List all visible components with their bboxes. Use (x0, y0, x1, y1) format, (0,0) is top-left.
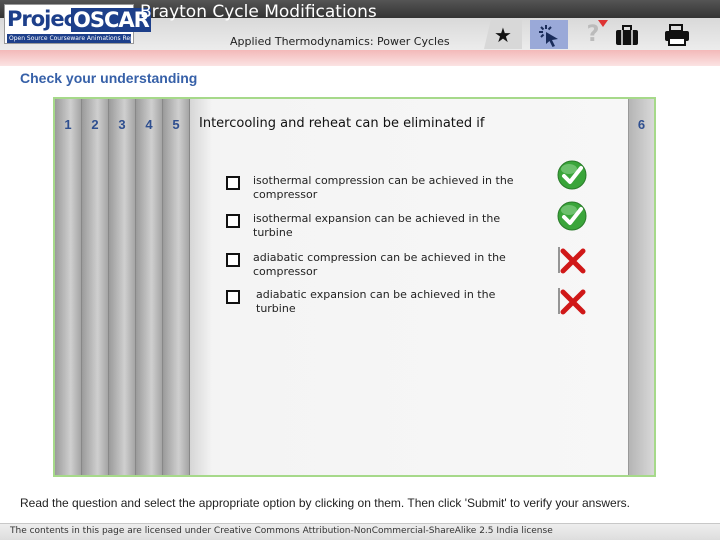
page-title: Brayton Cycle Modifications (140, 2, 377, 22)
license-text[interactable]: The contents in this page are licensed u… (10, 526, 553, 536)
section-title: Check your understanding (20, 70, 198, 86)
option-checkbox[interactable] (226, 253, 240, 267)
correct-check-icon (556, 200, 588, 232)
print-button[interactable] (658, 20, 696, 49)
briefcase-button[interactable] (608, 20, 646, 49)
tab-label: 2 (91, 117, 99, 132)
toolbar: ★ ? (476, 18, 720, 50)
help-button[interactable]: ? (574, 20, 612, 49)
question-tab-2[interactable]: 2 (82, 99, 109, 475)
print-icon (665, 23, 689, 46)
option-checkbox[interactable] (226, 290, 240, 304)
option-label[interactable]: isothermal expansion can be achieved in … (253, 212, 523, 240)
question-tab-1[interactable]: 1 (55, 99, 82, 475)
header-divider-band (0, 50, 720, 66)
header-bar: Project OSCAR Open Source Courseware Ani… (0, 0, 720, 50)
question-tab-4[interactable]: 4 (136, 99, 163, 475)
option-label[interactable]: adiabatic expansion can be achieved in t… (256, 288, 526, 316)
briefcase-icon (616, 24, 638, 45)
logo-tagline: Open Source Courseware Animations Reposi… (7, 34, 131, 43)
tab-label: 4 (145, 117, 153, 132)
option-label[interactable]: adiabatic compression can be achieved in… (253, 251, 523, 279)
page-subtitle: Applied Thermodynamics: Power Cycles (230, 35, 450, 48)
question-tab-3[interactable]: 3 (109, 99, 136, 475)
correct-check-icon (556, 159, 588, 191)
incorrect-cross-icon (556, 245, 588, 277)
tab-label: 6 (637, 117, 646, 132)
license-footer: The contents in this page are licensed u… (0, 523, 720, 540)
option-checkbox[interactable] (226, 214, 240, 228)
question-text: Intercooling and reheat can be eliminate… (199, 116, 485, 131)
question-tab-5[interactable]: 5 (163, 99, 190, 475)
option-label[interactable]: isothermal compression can be achieved i… (253, 174, 523, 202)
pointer-button[interactable] (530, 20, 568, 49)
star-icon: ★ (494, 22, 512, 47)
pointer-icon (539, 24, 558, 47)
incorrect-cross-icon (556, 286, 588, 318)
option-checkbox[interactable] (226, 176, 240, 190)
star-button[interactable]: ★ (484, 20, 522, 49)
logo-word-oscar: OSCAR (71, 8, 151, 32)
question-tab-6[interactable]: 6 (628, 99, 654, 475)
project-oscar-logo[interactable]: Project OSCAR Open Source Courseware Ani… (4, 4, 151, 44)
instruction-text: Read the question and select the appropr… (20, 496, 631, 510)
tab-label: 5 (172, 117, 180, 132)
tab-label: 3 (118, 117, 126, 132)
help-alert-marker (598, 20, 608, 27)
tab-label: 1 (64, 117, 72, 132)
